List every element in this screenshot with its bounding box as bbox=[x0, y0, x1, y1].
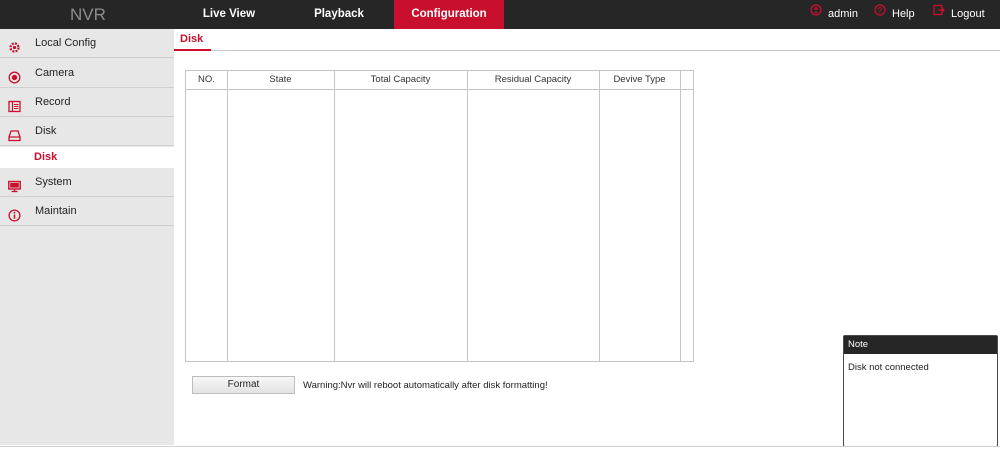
disk-table: NO. State Total Capacity Residual Capaci… bbox=[185, 70, 694, 362]
nav-live-view[interactable]: Live View bbox=[178, 0, 280, 29]
logout-link[interactable]: Logout bbox=[933, 0, 985, 29]
sidebar-item-maintain[interactable]: Maintain bbox=[0, 197, 174, 226]
note-panel: Note Disk not connected bbox=[843, 335, 998, 447]
note-message: Disk not connected bbox=[848, 362, 929, 373]
tab-disk[interactable]: Disk bbox=[174, 29, 212, 51]
sidebar-item-label: Camera bbox=[35, 67, 75, 79]
sidebar: Local Config Camera Record Disk Disk Sys… bbox=[0, 29, 174, 445]
brand-logo: NVR bbox=[70, 5, 106, 24]
format-warning: Warning:Nvr will reboot automatically af… bbox=[303, 380, 548, 391]
logout-label: Logout bbox=[951, 8, 985, 20]
help-link[interactable]: ? Help bbox=[874, 0, 915, 29]
tab-bar: Disk bbox=[174, 29, 1000, 51]
column-header-state: State bbox=[269, 74, 292, 85]
footer-divider bbox=[0, 446, 1000, 447]
user-icon bbox=[810, 0, 822, 28]
top-bar: NVR Live View Playback Configuration adm… bbox=[0, 0, 1000, 29]
nav-configuration[interactable]: Configuration bbox=[394, 0, 504, 29]
note-title: Note bbox=[844, 336, 997, 354]
sidebar-item-camera[interactable]: Camera bbox=[0, 59, 174, 88]
sidebar-item-label: System bbox=[35, 176, 72, 188]
column-divider bbox=[599, 71, 600, 361]
sidebar-item-system[interactable]: System bbox=[0, 168, 174, 197]
column-header-device-type: Devive Type bbox=[613, 74, 666, 85]
column-header-residual-capacity: Residual Capacity bbox=[494, 74, 572, 85]
column-divider bbox=[467, 71, 468, 361]
user-menu[interactable]: admin bbox=[810, 0, 858, 29]
sidebar-item-record[interactable]: Record bbox=[0, 88, 174, 117]
table-header: NO. State Total Capacity Residual Capaci… bbox=[186, 71, 693, 90]
format-button[interactable]: Format bbox=[192, 376, 295, 394]
column-divider bbox=[680, 71, 681, 361]
logout-icon bbox=[933, 0, 945, 28]
nav-playback[interactable]: Playback bbox=[288, 0, 390, 29]
sidebar-item-disk[interactable]: Disk bbox=[0, 117, 174, 146]
help-label: Help bbox=[892, 8, 915, 20]
column-divider bbox=[227, 71, 228, 361]
svg-text:?: ? bbox=[878, 5, 883, 14]
column-divider bbox=[334, 71, 335, 361]
sidebar-subitem-disk[interactable]: Disk bbox=[0, 147, 174, 168]
column-header-total-capacity: Total Capacity bbox=[370, 74, 431, 85]
user-name: admin bbox=[828, 8, 858, 20]
column-header-no: NO. bbox=[198, 74, 215, 85]
sidebar-item-label: Record bbox=[35, 96, 71, 108]
sidebar-item-label: Maintain bbox=[35, 205, 77, 217]
help-icon: ? bbox=[874, 0, 886, 28]
sidebar-item-local-config[interactable]: Local Config bbox=[0, 29, 174, 58]
sidebar-item-label: Disk bbox=[35, 125, 57, 137]
sidebar-item-label: Local Config bbox=[35, 37, 97, 49]
info-icon bbox=[8, 205, 21, 234]
